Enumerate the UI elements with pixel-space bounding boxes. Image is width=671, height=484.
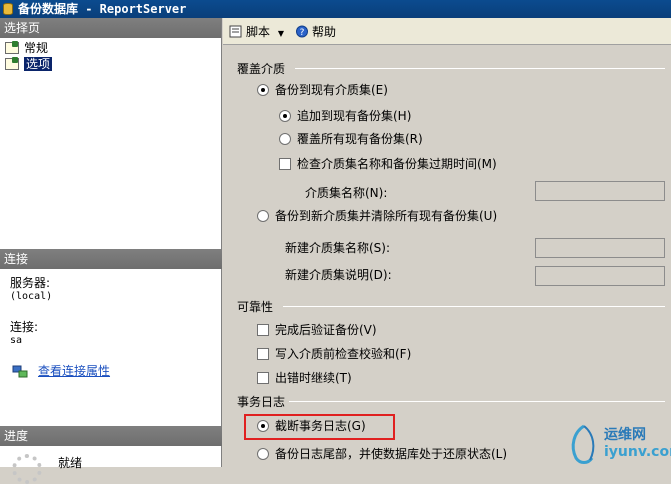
backup-log-tail-radio[interactable]: 备份日志尾部，并使数据库处于还原状态(L) (257, 446, 507, 462)
checksum-checkbox[interactable]: 写入介质前检查校验和(F) (257, 346, 411, 362)
divider (289, 401, 665, 402)
new-media-desc-label: 新建介质集说明(D): (285, 268, 392, 282)
option-label: 备份到新介质集并清除所有现有备份集(U) (275, 209, 498, 223)
radio-indicator (279, 133, 291, 145)
select-page-header: 选择页 (0, 18, 221, 38)
progress-status: 就绪 (58, 456, 83, 470)
page-item-options[interactable]: 选项 (0, 56, 221, 72)
option-label: 检查介质集名称和备份集过期时间(M) (297, 157, 497, 171)
overwrite-all-backup-sets-radio[interactable]: 覆盖所有现有备份集(R) (279, 131, 423, 147)
script-icon (229, 25, 242, 38)
checkbox-indicator (257, 324, 269, 336)
database-icon (3, 3, 13, 15)
page-icon (5, 57, 19, 70)
page-item-label: 选项 (24, 57, 53, 71)
continue-on-error-checkbox[interactable]: 出错时继续(T) (257, 370, 352, 386)
progress-spinner-icon (12, 454, 42, 484)
radio-indicator (257, 448, 269, 460)
transaction-log-title: 事务日志 (237, 395, 286, 409)
help-button[interactable]: ? 帮助 (295, 23, 336, 41)
truncate-log-radio[interactable]: 截断事务日志(G) (257, 418, 366, 434)
append-backup-set-radio[interactable]: 追加到现有备份集(H) (279, 108, 411, 124)
option-label: 覆盖所有现有备份集(R) (297, 132, 423, 146)
chevron-down-icon: ▼ (277, 29, 284, 38)
progress-header: 进度 (0, 426, 222, 446)
left-panel: 选择页 常规 选项 连接 服务器: (local) 连接: sa 查看连接属性 (0, 18, 222, 484)
help-icon: ? (296, 25, 308, 38)
script-label: 脚本 (246, 25, 271, 39)
watermark: 运维网 iyunv.com (564, 420, 671, 467)
connection-header: 连接 (0, 249, 222, 269)
verify-backup-checkbox[interactable]: 完成后验证备份(V) (257, 322, 377, 338)
view-connection-properties-link[interactable]: 查看连接属性 (38, 364, 110, 378)
network-icon (12, 365, 28, 378)
option-label: 备份日志尾部，并使数据库处于还原状态(L) (275, 447, 508, 461)
radio-indicator (257, 210, 269, 222)
backup-new-media-radio[interactable]: 备份到新介质集并清除所有现有备份集(U) (257, 208, 497, 224)
checkbox-indicator (257, 372, 269, 384)
server-value: (local) (10, 291, 53, 302)
watermark-logo-icon (571, 424, 595, 464)
script-button[interactable]: 脚本 ▼ (229, 23, 284, 41)
option-label: 出错时继续(T) (275, 371, 352, 385)
option-label: 追加到现有备份集(H) (297, 109, 412, 123)
help-label: 帮助 (312, 25, 337, 39)
option-label: 写入介质前检查校验和(F) (275, 347, 412, 361)
page-item-label: 常规 (24, 41, 49, 55)
progress-section: 进度 就绪 (0, 426, 222, 484)
page-item-general[interactable]: 常规 (0, 40, 221, 56)
svg-text:?: ? (300, 28, 305, 38)
options-panel: 覆盖介质 备份到现有介质集(E) 追加到现有备份集(H) 覆盖所有现有备份集(R… (223, 46, 671, 467)
connection-value: sa (10, 335, 23, 346)
radio-indicator (257, 420, 269, 432)
window-title-bar: 备份数据库 - ReportServer (0, 0, 671, 18)
divider (295, 68, 665, 69)
option-label: 截断事务日志(G) (275, 419, 366, 433)
connection-label: 连接: (10, 320, 39, 334)
check-media-name-checkbox[interactable]: 检查介质集名称和备份集过期时间(M) (279, 156, 497, 172)
connection-section: 连接 服务器: (local) 连接: sa 查看连接属性 (0, 249, 222, 386)
divider (283, 306, 665, 307)
checkbox-indicator (279, 158, 291, 170)
checkbox-indicator (257, 348, 269, 360)
page-icon (5, 41, 19, 54)
media-set-name-field[interactable] (535, 181, 665, 201)
toolbar: 脚本 ▼ ? 帮助 (223, 18, 671, 45)
reliability-title: 可靠性 (237, 300, 274, 314)
overwrite-media-title: 覆盖介质 (237, 62, 286, 76)
option-label: 完成后验证备份(V) (275, 323, 377, 337)
radio-indicator (257, 84, 269, 96)
backup-existing-media-radio[interactable]: 备份到现有介质集(E) (257, 82, 388, 98)
radio-indicator (279, 110, 291, 122)
media-set-name-label: 介质集名称(N): (305, 186, 388, 200)
new-media-name-field[interactable] (535, 238, 665, 258)
watermark-text-en: iyunv.com (604, 444, 671, 460)
window-title: 备份数据库 - ReportServer (18, 2, 187, 16)
new-media-desc-field[interactable] (535, 266, 665, 286)
server-label: 服务器: (10, 276, 51, 290)
option-label: 备份到现有介质集(E) (275, 83, 388, 97)
watermark-text-cn: 运维网 (604, 427, 646, 443)
new-media-name-label: 新建介质集名称(S): (285, 241, 391, 255)
